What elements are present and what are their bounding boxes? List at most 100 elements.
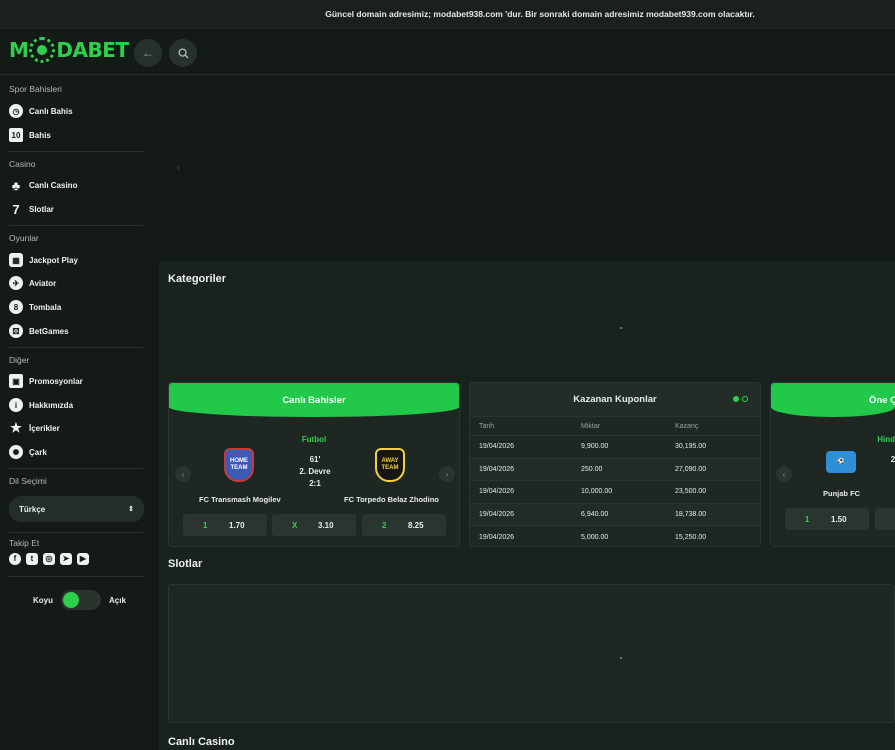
sidebar-item-jackpot-play[interactable]: ▦ Jackpot Play xyxy=(9,251,78,269)
gift-icon: ▣ xyxy=(9,374,23,388)
featured-status: 2 xyxy=(890,455,895,464)
cell-date: 19/04/2026 xyxy=(479,534,515,542)
sidebar-item-live-casino[interactable]: ♣ Canlı Casino xyxy=(9,176,78,194)
slots-container xyxy=(168,584,895,723)
header: M DABET ← xyxy=(0,29,895,75)
table-row: 19/04/2026 6,940.00 18,738.00 xyxy=(470,503,760,527)
featured-title: Öne Ç xyxy=(869,394,895,406)
domain-notice: Güncel domain adresimiz; modabet938.com … xyxy=(325,9,755,19)
table-row: 19/04/2026 9,900.00 30,195.00 xyxy=(470,436,760,459)
match-minute: 61' xyxy=(309,455,321,464)
section-title-casino: Casino xyxy=(9,159,36,169)
sidebar-item-tombala[interactable]: 8 Tombala xyxy=(9,298,61,316)
slots-title: Slotlar xyxy=(168,558,203,570)
sidebar-item-label: Tombala xyxy=(29,302,62,312)
language-title: Dil Seçimi xyxy=(9,476,47,486)
prev-match-button[interactable]: ‹ xyxy=(175,466,191,482)
section-title-sports: Spor Bahisleri xyxy=(9,84,62,94)
star-icon: ★ xyxy=(10,420,22,435)
theme-light-label: Açık xyxy=(109,595,126,605)
cell-amount: 250.00 xyxy=(581,465,603,473)
home-team-name: FC Transmash Mogilev xyxy=(199,495,281,504)
sidebar-item-label: Jackpot Play xyxy=(29,255,78,265)
cell-win: 15,250.00 xyxy=(675,534,707,542)
sidebar-item-label: İçerikler xyxy=(29,423,60,433)
sidebar: Spor Bahisleri ◷ Canlı Bahis 10 Bahis Casi… xyxy=(0,76,152,750)
sidebar-item-slots[interactable]: 7 Slotlar xyxy=(9,200,54,218)
sidebar-item-label: Canlı Casino xyxy=(29,180,78,190)
odd-key: 1 xyxy=(805,514,810,524)
featured-sport: Hind xyxy=(877,435,895,444)
sidebar-item-bets[interactable]: 10 Bahis xyxy=(9,126,51,144)
back-button[interactable]: ← xyxy=(134,39,162,67)
featured-odd-button-2[interactable] xyxy=(875,508,895,530)
twitter-icon[interactable]: t xyxy=(26,553,38,565)
divider xyxy=(9,576,143,577)
telegram-icon[interactable]: ➤ xyxy=(60,553,72,565)
sidebar-item-label: Aviator xyxy=(29,278,57,288)
sidebar-item-label: BetGames xyxy=(29,326,69,336)
section-title-games: Oyunlar xyxy=(9,233,39,243)
coupons-pager[interactable] xyxy=(733,396,748,402)
sidebar-item-wheel[interactable]: ✺ Çark xyxy=(9,443,47,461)
ball-icon: 8 xyxy=(9,300,23,314)
odd-button-2[interactable]: 2 8.25 xyxy=(362,514,446,536)
toggle-knob xyxy=(63,592,79,608)
coupons-table: Tarih Miktar Kazanç 19/04/2026 9,900.00 30,1… xyxy=(470,418,760,546)
pager-dot[interactable] xyxy=(742,396,748,402)
odd-value: 3.10 xyxy=(318,520,334,530)
live-casino-title: Canlı Casino xyxy=(168,736,235,748)
loading-dot xyxy=(620,327,622,329)
sidebar-item-aviator[interactable]: ✈ Aviator xyxy=(9,274,56,292)
col-date: Tarih xyxy=(479,423,495,430)
table-row: 19/04/2026 5,000.00 15,250.00 xyxy=(470,526,760,546)
logo-prefix: M xyxy=(9,38,29,62)
sidebar-item-promotions[interactable]: ▣ Promosyonlar xyxy=(9,372,83,390)
live-bets-header: Canlı Bahisler xyxy=(169,383,459,417)
table-row: 19/04/2026 10,000.00 23,500.00 xyxy=(470,481,760,504)
instagram-icon[interactable]: ◎ xyxy=(43,553,55,565)
social-links: f t ◎ ➤ ▶ xyxy=(9,553,89,565)
cell-date: 19/04/2026 xyxy=(479,511,515,519)
table-header: Tarih Miktar Kazanç xyxy=(470,418,760,436)
odd-key: 2 xyxy=(382,520,387,530)
facebook-icon[interactable]: f xyxy=(9,553,21,565)
next-match-button[interactable]: › xyxy=(439,466,455,482)
winning-coupons-title: Kazanan Kuponlar xyxy=(573,394,657,405)
logo[interactable]: M DABET xyxy=(9,37,129,63)
featured-prev-button[interactable]: ‹ xyxy=(776,466,792,482)
odd-value: 8.25 xyxy=(408,520,424,530)
slot-machine-icon: ▦ xyxy=(9,253,23,267)
away-team-name: FC Torpedo Belaz Zhodino xyxy=(344,495,439,504)
odd-value: 1.50 xyxy=(831,514,847,524)
winning-coupons-card: Kazanan Kuponlar Tarih Miktar Kazanç 19/04… xyxy=(469,382,761,547)
featured-odd-button-1[interactable]: 1 1.50 xyxy=(785,508,869,530)
seven-icon: 7 xyxy=(12,201,20,217)
featured-card: Öne Ç Hind ‹ ⚽ 2 Punjab FC 1 1.50 xyxy=(770,382,895,547)
cell-amount: 5,000.00 xyxy=(581,534,609,542)
home-team-crest-icon: HOME TEAM xyxy=(224,448,254,482)
search-icon xyxy=(177,47,189,59)
sidebar-item-label: Bahis xyxy=(29,130,51,140)
punjab-crest-icon: ⚽ xyxy=(826,451,856,473)
odd-button-1[interactable]: 1 1.70 xyxy=(183,514,267,536)
sidebar-item-live-bets[interactable]: ◷ Canlı Bahis xyxy=(9,102,73,120)
sidebar-item-betgames[interactable]: ⚄ BetGames xyxy=(9,322,69,340)
cell-win: 18,738.00 xyxy=(675,511,707,519)
youtube-icon[interactable]: ▶ xyxy=(77,553,89,565)
sidebar-item-about[interactable]: i Hakkımızda xyxy=(9,396,73,414)
match-period: 2. Devre xyxy=(299,467,331,476)
sidebar-item-contents[interactable]: ★ İçerikler xyxy=(9,419,60,437)
info-icon: i xyxy=(9,398,23,412)
odd-button-x[interactable]: X 3.10 xyxy=(272,514,356,536)
logo-suffix: DABET xyxy=(56,38,129,62)
banner-prev-icon[interactable]: ‹ xyxy=(177,162,180,172)
theme-dark-label: Koyu xyxy=(33,595,53,605)
arrow-left-icon: ← xyxy=(142,46,154,60)
search-button[interactable] xyxy=(169,39,197,67)
theme-toggle[interactable] xyxy=(61,590,101,610)
cell-amount: 9,900.00 xyxy=(581,443,609,451)
divider xyxy=(9,468,143,469)
pager-dot[interactable] xyxy=(733,396,739,402)
language-select[interactable]: Türkçe ⇕ xyxy=(9,496,144,522)
